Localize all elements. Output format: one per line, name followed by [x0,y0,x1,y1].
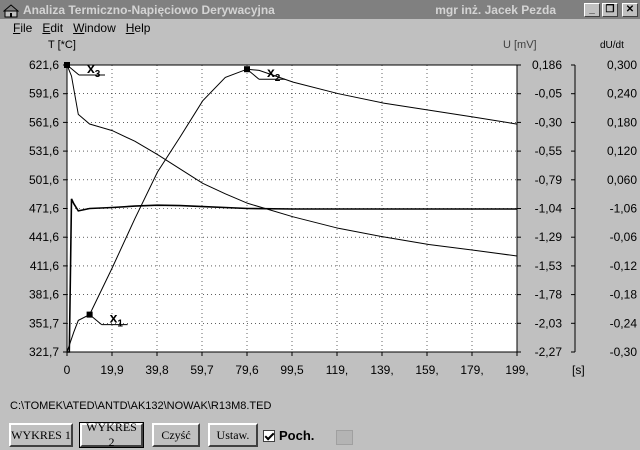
mid-tick-label: -0,30 [535,115,563,129]
x-tick-label: 0 [64,363,71,377]
file-path-label: C:\TOMEK\ATED\ANTD\AK132\NOWAK\R13M8.TED [10,400,272,412]
left-tick-label: 501,6 [29,173,59,187]
mid-axis-title: U [mV] [503,39,537,51]
mid-tick-label: -1,53 [535,259,563,273]
mid-tick-label: -2,27 [535,345,563,359]
menu-help-rest: elp [134,21,151,35]
mid-tick-label: 0,186 [532,58,562,72]
x-tick-label: 79,6 [235,363,259,377]
wykres1-button[interactable]: WYKRES 1 [9,423,73,447]
chart-area: 621,6 0,186 0,300 591,6 -0,05 0,240 561,6 -0,30… [29,39,638,377]
x-tick-label: 39,8 [145,363,169,377]
marker-subscript: 3 [95,69,101,80]
right-tick-label: 0,240 [607,87,637,101]
marker-subscript: 1 [117,319,123,330]
x-tick-label: 119, [326,363,348,377]
right-tick-label: -0,30 [610,345,638,359]
menu-bar: File Edit Window Help [0,19,640,37]
close-button[interactable]: ✕ [622,2,638,17]
right-tick-label: 0,060 [607,173,637,187]
left-tick-label: 381,6 [29,288,59,302]
mid-tick-label: -1,29 [535,230,563,244]
app-icon [3,3,19,17]
menu-window[interactable]: Window [68,21,121,35]
right-axis-title: dU/dt [600,40,624,51]
left-tick-label: 621,6 [29,58,59,72]
menu-file-rest: ile [20,21,33,35]
mid-tick-label: -0,05 [535,87,563,101]
derivative-checkbox[interactable]: Poch. [263,428,314,443]
right-tick-label: -1,06 [610,202,638,216]
x-tick-label: 159, [415,363,438,377]
mid-tick-label: -2,03 [535,316,563,330]
window-controls: _ ❐ ✕ [584,2,638,17]
menu-window-rest: indow [84,21,116,35]
right-tick-label: -0,24 [610,316,638,330]
minimize-button[interactable]: _ [584,2,600,17]
x-tick-label: 179, [460,363,483,377]
left-axis-title: T [*C] [48,39,76,51]
left-tick-label: 411,6 [30,259,59,273]
window-title: Analiza Termiczno-Napięciowo Derywacyjna [23,2,275,17]
checkbox-checked-icon[interactable] [263,429,275,442]
mid-tick-label: -1,78 [535,288,563,302]
left-tick-label: 531,6 [29,144,59,158]
mid-tick-label: -1,04 [535,202,563,216]
mid-tick-label: -0,55 [535,144,563,158]
window-author: mgr inż. Jacek Pezda [435,2,556,17]
x-tick-label: 19,9 [100,363,124,377]
restore-button[interactable]: ❐ [602,2,618,17]
right-tick-label: 0,180 [607,115,637,129]
restore-icon: ❐ [605,3,615,15]
left-tick-label: 321,7 [29,345,59,359]
right-tick-label: -0,18 [610,288,638,302]
marker-subscript: 2 [275,73,281,84]
left-tick-label: 591,6 [29,87,59,101]
left-tick-label: 561,6 [29,115,59,129]
menu-edit-rest: dit [50,21,64,35]
left-tick-label: 471,6 [29,202,59,216]
x-tick-label: 199, [505,363,528,377]
x-tick-label: 139, [370,363,393,377]
color-swatch[interactable] [336,430,353,445]
derivative-checkbox-label: Poch. [279,428,315,443]
left-tick-label: 351,7 [29,316,59,330]
menu-file[interactable]: File [13,21,37,35]
title-bar: Analiza Termiczno-Napięciowo Derywacyjna… [0,0,640,19]
right-tick-label: -0,12 [610,259,638,273]
wykres2-button[interactable]: WYKRES 2 [79,420,144,449]
mid-tick-label: -0,79 [535,173,563,187]
left-tick-label: 441,6 [29,230,59,244]
minimize-icon: _ [589,3,595,15]
clear-button[interactable]: Czyść [152,423,200,447]
right-tick-label: 0,120 [607,144,637,158]
right-tick-label: -0,06 [610,230,638,244]
x-tick-label: 59,7 [190,363,214,377]
right-tick-label: 0,300 [607,58,637,72]
close-icon: ✕ [625,3,635,15]
x-tick-label: 99,5 [280,363,304,377]
menu-help[interactable]: Help [121,21,156,35]
menu-edit[interactable]: Edit [37,21,68,35]
x-axis-title: [s] [572,363,585,377]
settings-button[interactable]: Ustaw. [208,423,258,447]
